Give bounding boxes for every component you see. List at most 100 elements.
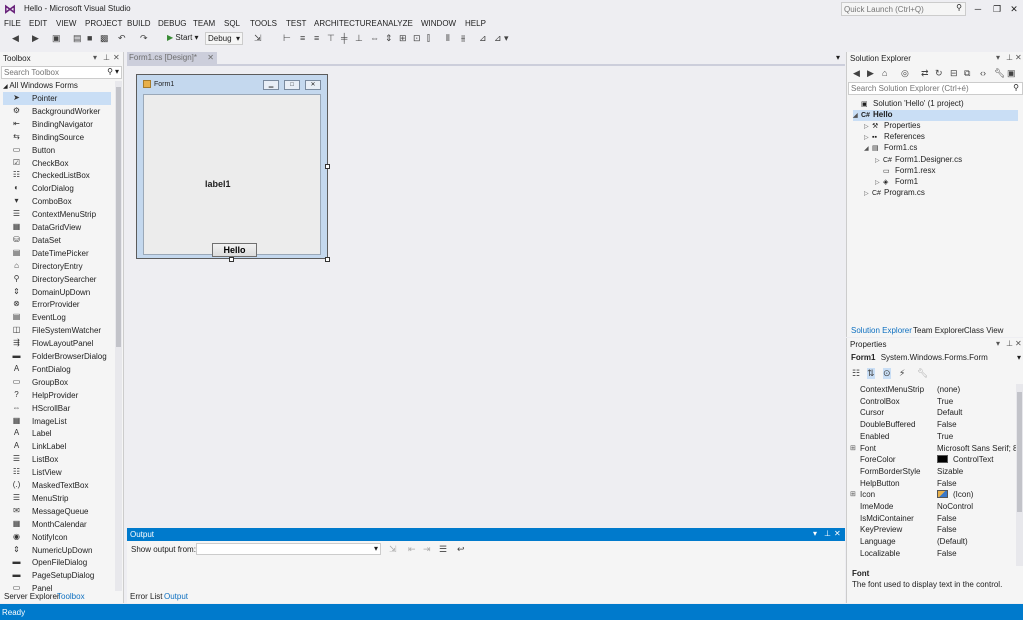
expander-arrow-icon[interactable]: ▷ (875, 179, 883, 186)
property-value[interactable]: False (937, 549, 957, 558)
quick-launch-input[interactable] (842, 3, 950, 15)
property-value[interactable]: False (937, 525, 957, 534)
make-same-size-icon[interactable]: ⊞ (399, 33, 407, 44)
menu-window[interactable]: WINDOW (421, 19, 456, 28)
toolbox-item-colordialog[interactable]: ◐ ColorDialog (3, 182, 111, 195)
align-middles-icon[interactable]: ╪ (341, 33, 347, 43)
open-file-icon[interactable]: ▤ (73, 33, 82, 44)
pending-changes-filter-icon[interactable]: ◎ (901, 68, 909, 79)
pin-icon[interactable]: ⊥ (1006, 339, 1013, 348)
toolbox-item-datetimepicker[interactable]: ▤ DateTimePicker (3, 247, 111, 260)
tree-item[interactable]: ▷ ▪▪ References (864, 132, 1018, 143)
toolbox-item-linklabel[interactable]: A LinkLabel (3, 440, 111, 453)
menu-tools[interactable]: TOOLS (250, 19, 277, 28)
toolbar-overflow-icon[interactable]: ▾ (504, 33, 509, 44)
align-bottoms-icon[interactable]: ⊥ (355, 33, 363, 44)
pin-icon[interactable]: ⊥ (824, 529, 831, 538)
toolbox-item-datagridview[interactable]: ▦ DataGridView (3, 221, 111, 234)
center-horizontally-icon[interactable]: ⫴ (446, 33, 450, 44)
tree-item[interactable]: ▭ Form1.resx (875, 166, 1018, 177)
tab-class-view[interactable]: Class View (964, 326, 1003, 335)
view-designer-icon[interactable]: ▣ (1007, 68, 1016, 79)
toolbox-item-pointer[interactable]: ➤ Pointer (3, 92, 111, 105)
pane-options-icon[interactable]: ▾ (996, 53, 1000, 62)
document-dropdown-icon[interactable]: ▾ (836, 53, 840, 62)
pane-options-icon[interactable]: ▾ (813, 529, 817, 538)
properties-object-selector[interactable]: Form1 System.Windows.Forms.Form (851, 353, 988, 362)
find-message-icon[interactable]: ⇲ (389, 544, 397, 555)
toolbox-item-imagelist[interactable]: ▦ ImageList (3, 415, 111, 428)
menu-test[interactable]: TEST (286, 19, 306, 28)
align-tops-icon[interactable]: ⊤ (327, 33, 335, 44)
start-debugging-button[interactable]: ▶ Start ▾ (167, 33, 199, 42)
alphabetical-icon[interactable]: ⇅ (867, 368, 875, 379)
chevron-down-icon[interactable]: ▾ (115, 67, 119, 76)
property-grid-scrollbar[interactable] (1016, 384, 1023, 566)
property-value[interactable]: Sizable (937, 467, 963, 476)
resize-handle-right[interactable] (325, 164, 330, 169)
toolbox-search-input[interactable] (2, 67, 102, 78)
toolbox-item-eventlog[interactable]: ▤ EventLog (3, 311, 111, 324)
property-value[interactable]: False (937, 420, 957, 429)
property-value[interactable]: Default (937, 408, 962, 417)
resize-handle-bottom-right[interactable] (325, 257, 330, 262)
show-all-files-icon[interactable]: ⧉ (964, 68, 970, 79)
property-row[interactable]: ForeColor ControlText (847, 454, 1015, 466)
menu-help[interactable]: HELP (465, 19, 486, 28)
align-lefts-icon[interactable]: ⊢ (283, 33, 291, 44)
scrollbar-thumb[interactable] (116, 87, 121, 347)
sync-with-active-document-icon[interactable]: ⇄ (921, 68, 929, 79)
expand-property-icon[interactable]: ⊞ (850, 490, 856, 498)
find-in-files-icon[interactable]: ⇲ (254, 33, 262, 44)
expand-property-icon[interactable]: ⊞ (850, 444, 856, 452)
toolbox-scrollbar[interactable] (115, 81, 122, 591)
toolbox-item-label[interactable]: A Label (3, 427, 111, 440)
toolbox-item-errorprovider[interactable]: ⊗ ErrorProvider (3, 298, 111, 311)
property-value[interactable]: True (937, 397, 953, 406)
expander-arrow-icon[interactable]: ◢ (853, 112, 861, 119)
toolbox-item-backgroundworker[interactable]: ⚙ BackgroundWorker (3, 105, 111, 118)
clear-all-icon[interactable]: ☰ (439, 544, 447, 555)
toolbox-item-checkedlistbox[interactable]: ☷ CheckedListBox (3, 169, 111, 182)
toolbox-item-flowlayoutpanel[interactable]: ⇶ FlowLayoutPanel (3, 337, 111, 350)
toolbox-item-numericupdown[interactable]: ⇕ NumericUpDown (3, 544, 111, 557)
toolbox-item-groupbox[interactable]: ▭ GroupBox (3, 376, 111, 389)
resize-handle-bottom[interactable] (229, 257, 234, 262)
property-row[interactable]: KeyPreview False (847, 524, 1015, 536)
pin-icon[interactable]: ⊥ (1006, 53, 1013, 62)
toolbox-group-header[interactable]: ◢ All Windows Forms (3, 81, 78, 90)
property-row[interactable]: Cursor Default (847, 407, 1015, 419)
collapse-all-icon[interactable]: ⊟ (950, 68, 958, 79)
toolbox-item-folderbrowserdialog[interactable]: ▬ FolderBrowserDialog (3, 350, 111, 363)
toolbox-item-openfiledialog[interactable]: ▬ OpenFileDialog (3, 556, 111, 569)
property-pages-icon[interactable]: 🔧︎ (917, 368, 928, 379)
close-icon[interactable]: ✕ (113, 53, 120, 62)
toolbox-item-maskedtextbox[interactable]: (.) MaskedTextBox (3, 479, 111, 492)
center-vertically-icon[interactable]: ⫵ (461, 33, 465, 44)
previous-message-icon[interactable]: ⇤ (408, 544, 416, 555)
tab-toolbox[interactable]: Toolbox (57, 592, 85, 601)
menu-view[interactable]: VIEW (56, 19, 76, 28)
property-row[interactable]: Enabled True (847, 431, 1015, 443)
refresh-icon[interactable]: ↻ (935, 68, 943, 79)
tab-output[interactable]: Output (164, 592, 188, 601)
close-window-button[interactable]: ✕ (1005, 2, 1023, 16)
toolbox-item-pagesetupdialog[interactable]: ▬ PageSetupDialog (3, 569, 111, 582)
toolbox-search-box[interactable]: ⚲ ▾ (1, 66, 122, 79)
navigate-back-icon[interactable]: ◀ (12, 33, 19, 44)
home-icon[interactable]: ⌂ (882, 68, 887, 78)
new-project-icon[interactable]: ▣ (52, 33, 61, 44)
search-icon[interactable]: ⚲ (1013, 83, 1019, 92)
toggle-word-wrap-icon[interactable]: ↩ (457, 544, 465, 555)
menu-team[interactable]: TEAM (193, 19, 215, 28)
search-icon[interactable]: ⚲ (956, 3, 962, 12)
toolbox-item-button[interactable]: ▭ Button (3, 144, 111, 157)
size-to-grid-icon[interactable]: ⊡ (413, 33, 421, 44)
pane-options-icon[interactable]: ▾ (996, 339, 1000, 348)
close-icon[interactable]: ✕ (1015, 339, 1022, 348)
expander-arrow-icon[interactable]: ▷ (875, 157, 883, 164)
forward-icon[interactable]: ▶ (867, 68, 874, 79)
property-value[interactable]: NoControl (937, 502, 973, 511)
toolbox-item-dataset[interactable]: ⛁ DataSet (3, 234, 111, 247)
property-value[interactable]: (none) (937, 385, 960, 394)
